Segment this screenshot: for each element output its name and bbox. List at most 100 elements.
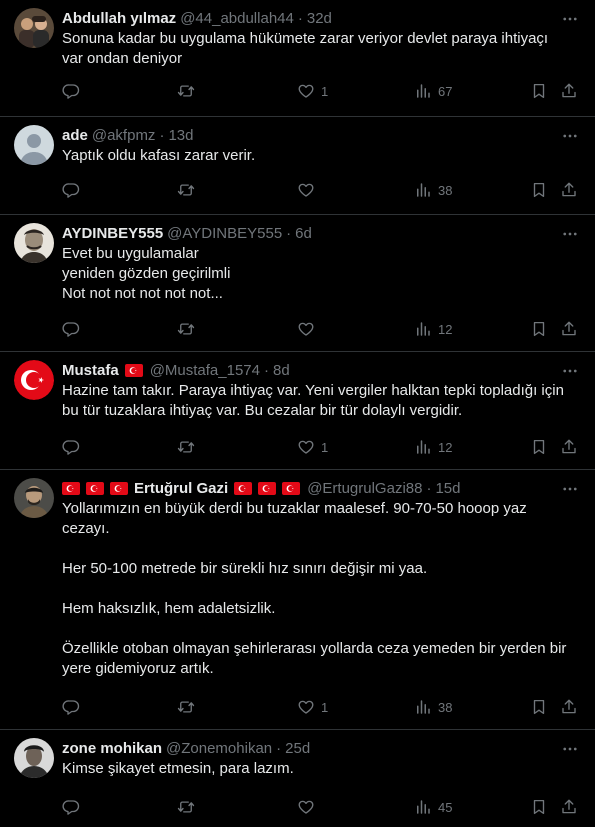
share-button[interactable] [560,319,578,339]
action-bar: 1 12 [60,437,583,457]
like-button[interactable] [297,319,321,339]
display-name[interactable]: ade [62,127,88,144]
share-button[interactable] [560,180,578,200]
more-icon[interactable] [561,127,579,145]
bookmark-button[interactable] [530,797,548,817]
share-button[interactable] [560,81,578,101]
reply-button[interactable] [62,81,80,101]
tweet-header: zone mohikan @Zonemohikan · 25d [62,738,555,758]
like-button[interactable] [297,797,321,817]
like-icon [297,82,315,100]
view-count: 12 [438,439,453,455]
views-button[interactable]: 38 [414,180,452,200]
timestamp[interactable]: 8d [273,362,290,379]
views-button[interactable]: 38 [414,697,452,717]
views-button[interactable]: 67 [414,81,452,101]
action-bar: 12 [60,319,583,339]
avatar[interactable] [14,738,54,778]
tweet-text: Sonuna kadar bu uygulama hükümete zarar … [62,30,549,67]
turkish-flag-icon [258,481,277,495]
reply-button[interactable] [62,697,80,717]
timestamp[interactable]: 15d [435,480,460,497]
user-handle[interactable]: @akfpmz [92,127,156,144]
bookmark-button[interactable] [530,180,548,200]
tweet[interactable]: zone mohikan @Zonemohikan · 25d Kimse şi… [0,730,595,827]
tweet-header: Ertuğrul Gazi @ErtugrulGazi88 · 15d [62,478,555,498]
more-icon[interactable] [561,10,579,28]
bookmark-icon [530,82,548,100]
reply-button[interactable] [62,437,80,457]
tweet[interactable]: AYDINBEY555 @AYDINBEY555 · 6d Evet bu uy… [0,215,595,352]
tweet-text: Yaptık oldu kafası zarar verir. [62,147,256,164]
bookmark-icon [530,698,548,716]
bookmark-button[interactable] [530,697,548,717]
more-icon[interactable] [561,225,579,243]
timestamp[interactable]: 32d [307,10,332,27]
retweet-icon [177,82,195,100]
retweet-button[interactable] [177,437,195,457]
bookmark-icon [530,438,548,456]
more-icon[interactable] [561,480,579,498]
share-button[interactable] [560,437,578,457]
display-name[interactable]: AYDINBEY555 [62,225,163,242]
share-button[interactable] [560,697,578,717]
display-name[interactable]: Abdullah yılmaz [62,10,176,27]
reply-button[interactable] [62,797,80,817]
tweet[interactable]: Mustafa @Mustafa_1574 · 8d Hazine tam ta… [0,352,595,470]
avatar[interactable] [14,125,54,165]
retweet-button[interactable] [177,319,195,339]
tweet[interactable]: Abdullah yılmaz @44_abdullah44 · 32d Son… [0,0,595,117]
user-handle[interactable]: @Mustafa_1574 [150,362,260,379]
avatar[interactable] [14,223,54,263]
user-handle[interactable]: @AYDINBEY555 [167,225,282,242]
reply-button[interactable] [62,319,80,339]
view-count: 45 [438,799,453,815]
retweet-icon [177,798,195,816]
retweet-button[interactable] [177,81,195,101]
tweet[interactable]: ade @akfpmz · 13d Yaptık oldu kafası zar… [0,117,595,215]
views-button[interactable]: 12 [414,319,452,339]
tweet[interactable]: Ertuğrul Gazi @ErtugrulGazi88 · 15d Yoll… [0,470,595,730]
display-name[interactable]: Ertuğrul Gazi [134,480,228,497]
like-icon [297,698,315,716]
separator: · [263,361,269,379]
retweet-button[interactable] [177,697,195,717]
more-icon[interactable] [561,362,579,380]
reply-button[interactable] [62,180,80,200]
timestamp[interactable]: 13d [168,127,193,144]
views-button[interactable]: 45 [414,797,452,817]
display-name[interactable]: Mustafa [62,362,119,379]
retweet-button[interactable] [177,180,195,200]
views-button[interactable]: 12 [414,437,452,457]
avatar[interactable] [14,8,54,48]
share-button[interactable] [560,797,578,817]
separator: · [297,9,303,27]
turkish-flag-icon [110,481,128,495]
bookmark-icon [530,798,548,816]
bookmark-button[interactable] [530,319,548,339]
timestamp[interactable]: 25d [285,740,310,757]
display-name[interactable]: zone mohikan [62,740,162,757]
retweet-button[interactable] [177,797,195,817]
like-button[interactable] [297,180,321,200]
like-button[interactable]: 1 [297,81,328,101]
reply-icon [62,438,80,456]
reply-icon [62,320,80,338]
separator: · [426,479,432,497]
tweet-text: Evet bu uygulamalar yeniden gözden geçir… [62,245,231,302]
user-handle[interactable]: @Zonemohikan [166,740,272,757]
user-handle[interactable]: @ErtugrulGazi88 [307,480,422,497]
user-handle[interactable]: @44_abdullah44 [180,10,294,27]
like-button[interactable]: 1 [297,437,328,457]
tweet-text: Yollarımızın en büyük derdi bu tuzaklar … [62,500,567,677]
views-icon [414,320,432,338]
timestamp[interactable]: 6d [295,225,312,242]
like-button[interactable]: 1 [297,697,328,717]
avatar[interactable] [14,360,54,400]
avatar[interactable] [14,478,54,518]
views-icon [414,181,432,199]
bookmark-button[interactable] [530,81,548,101]
tweet-header: Mustafa @Mustafa_1574 · 8d [62,360,555,380]
bookmark-button[interactable] [530,437,548,457]
more-icon[interactable] [561,740,579,758]
